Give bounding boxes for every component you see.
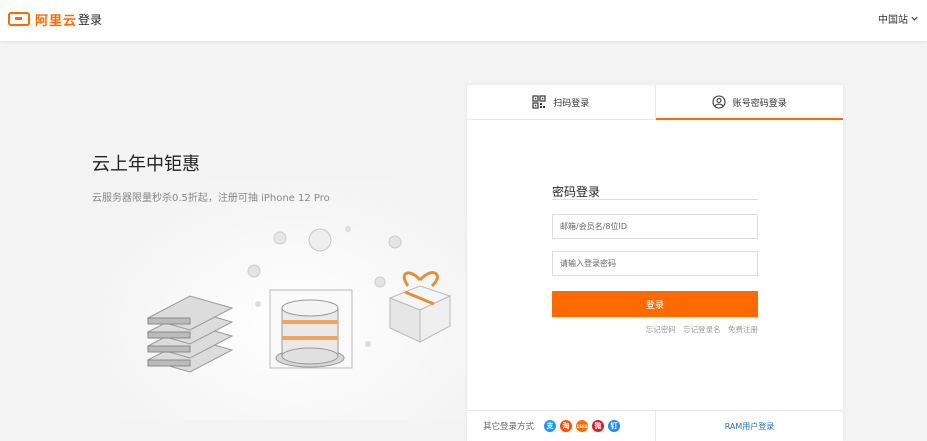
- ram-login-link[interactable]: RAM用户登录: [655, 411, 843, 441]
- weibo-icon[interactable]: 微: [592, 420, 605, 432]
- other-login-methods: 其它登录方式 支 淘 1688 微 钉: [467, 411, 655, 441]
- tab-qr-login[interactable]: 扫码登录: [467, 85, 655, 119]
- user-icon: [712, 95, 726, 109]
- promo-title: 云上年中钜惠: [92, 154, 200, 175]
- page-title: 登录: [78, 13, 103, 27]
- help-links: 忘记密码 忘记登录名 免费注册: [552, 324, 758, 335]
- logo-text: 阿里云: [35, 13, 78, 29]
- alipay-icon[interactable]: 支: [544, 420, 557, 432]
- forgot-password-link[interactable]: 忘记密码: [646, 325, 676, 334]
- tab-password-login[interactable]: 账号密码登录: [654, 85, 844, 120]
- login-panel: 扫码登录 账号密码登录 密码登录 登录 忘记密码 忘记登录名 免费注册 其它登录…: [467, 85, 843, 441]
- region-selector[interactable]: 中国站: [878, 11, 919, 26]
- promo-subtitle: 云服务器限量秒杀0.5折起，注册可抽 iPhone 12 Pro: [92, 193, 330, 204]
- password-input[interactable]: [552, 251, 758, 276]
- login-tabs: 扫码登录 账号密码登录: [467, 85, 843, 120]
- login-footer: 其它登录方式 支 淘 1688 微 钉 RAM用户登录: [467, 410, 843, 441]
- other-login-label: 其它登录方式: [483, 422, 535, 432]
- tab-qr-label: 扫码登录: [553, 98, 590, 109]
- 1688-icon[interactable]: 1688: [576, 420, 589, 432]
- chevron-down-icon: [911, 16, 918, 21]
- dingtalk-icon[interactable]: 钉: [608, 420, 621, 432]
- username-input[interactable]: [552, 214, 758, 239]
- forgot-username-link[interactable]: 忘记登录名: [683, 325, 721, 334]
- register-link[interactable]: 免费注册: [728, 325, 758, 334]
- form-title-divider: [552, 199, 758, 200]
- form-title: 密码登录: [552, 185, 601, 199]
- taobao-icon[interactable]: 淘: [560, 420, 573, 432]
- aliyun-logo[interactable]: 阿里云: [8, 9, 77, 29]
- top-bar: 阿里云 登录 中国站: [0, 0, 927, 41]
- qr-code-icon: [532, 95, 546, 109]
- aliyun-logo-icon: [8, 12, 30, 26]
- login-button[interactable]: 登录: [552, 291, 758, 317]
- promo-illustration: [146, 226, 452, 373]
- tab-password-label: 账号密码登录: [732, 98, 787, 109]
- region-label: 中国站: [878, 15, 908, 26]
